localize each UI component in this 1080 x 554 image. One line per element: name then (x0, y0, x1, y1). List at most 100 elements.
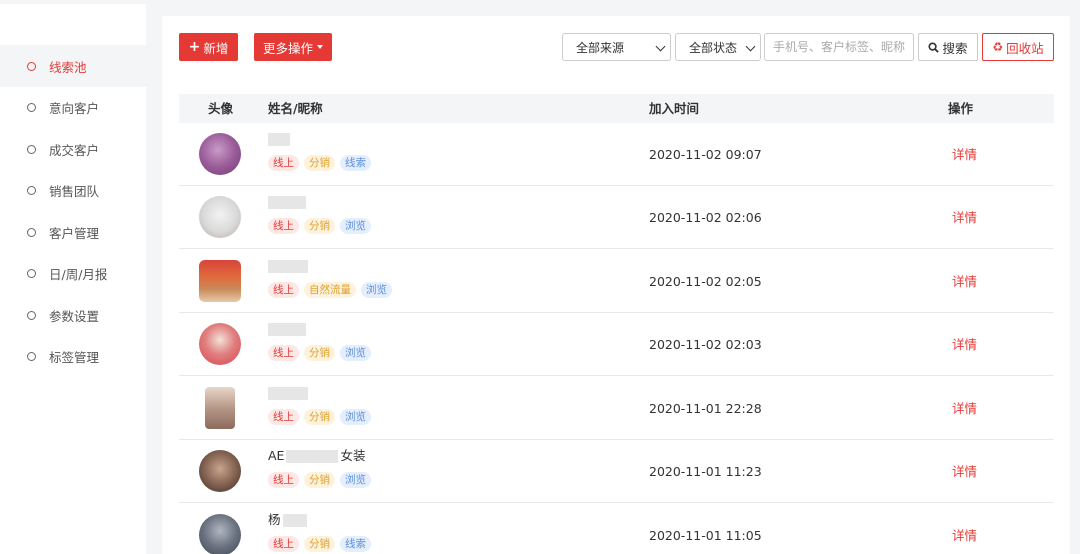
tag-online: 线上 (268, 409, 299, 425)
tag-online: 线上 (268, 472, 299, 488)
chevron-down-icon (655, 41, 666, 52)
search-button[interactable]: 搜索 (918, 33, 978, 61)
tag-distribution: 分销 (304, 409, 335, 425)
detail-link[interactable]: 详情 (952, 250, 977, 313)
circle-icon (27, 351, 36, 361)
circle-icon (27, 227, 36, 237)
join-time: 2020-11-01 22:28 (649, 401, 762, 416)
tag-lead: 线索 (340, 536, 371, 552)
tag-list: 线上 分销 线索 (268, 155, 371, 171)
sidebar-item-label: 标签管理 (49, 349, 100, 365)
tag-browse: 浏览 (361, 282, 392, 298)
status-select[interactable]: 全部状态 (675, 33, 761, 61)
name-redaction (282, 514, 307, 527)
table-header: 头像 姓名/昵称 加入时间 操作 (179, 94, 1054, 123)
tag-distribution: 分销 (304, 345, 335, 361)
sidebar-item-label: 客户管理 (49, 225, 100, 241)
add-button-label: 新增 (203, 40, 229, 56)
tag-distribution: 分销 (304, 536, 335, 552)
add-button[interactable]: + 新增 (179, 33, 238, 61)
detail-link[interactable]: 详情 (952, 440, 977, 503)
name-redaction (268, 323, 306, 336)
customer-name (268, 385, 308, 401)
sidebar-item-intent-customers[interactable]: 意向客户 (0, 86, 146, 128)
circle-icon (27, 268, 36, 278)
circle-icon (27, 61, 36, 71)
avatar (199, 133, 241, 175)
column-header-name: 姓名/昵称 (268, 101, 323, 116)
sidebar-item-reports[interactable]: 日/周/月报 (0, 252, 146, 294)
name-redaction (268, 133, 290, 146)
column-header-action: 操作 (948, 101, 974, 116)
avatar (199, 260, 241, 302)
name-redaction (268, 196, 306, 209)
customer-name: 杨 (268, 512, 307, 528)
sidebar-item-deal-customers[interactable]: 成交客户 (0, 128, 146, 170)
tag-natural-traffic: 自然流量 (304, 282, 356, 298)
recycle-bin-button[interactable]: ♻ 回收站 (982, 33, 1054, 61)
join-time: 2020-11-02 02:03 (649, 337, 762, 352)
detail-link[interactable]: 详情 (952, 504, 977, 554)
tag-online: 线上 (268, 218, 299, 234)
name-redaction (286, 450, 339, 463)
column-header-time: 加入时间 (649, 101, 700, 116)
tag-online: 线上 (268, 282, 299, 298)
table-row: 杨 线上 分销 线索 2020-11-01 11:05 详情 (179, 504, 1054, 554)
search-icon (928, 41, 940, 53)
chevron-down-icon (745, 41, 756, 52)
search-input[interactable] (764, 33, 914, 61)
sidebar-item-label: 线索池 (49, 59, 87, 75)
sidebar-item-clue-pool[interactable]: 线索池 (0, 45, 146, 87)
main-panel: + 新增 更多操作 全部来源 全部状态 搜索 ♻ 回收站 头像 姓名/昵称 加入… (162, 16, 1070, 554)
detail-link[interactable]: 详情 (952, 186, 977, 249)
name-redaction (268, 387, 308, 400)
customer-name (268, 321, 306, 337)
table-row: AE 女装 线上 分销 浏览 2020-11-01 11:23 详情 (179, 440, 1054, 503)
avatar (199, 196, 241, 238)
more-actions-button[interactable]: 更多操作 (254, 33, 332, 61)
customer-name (268, 131, 290, 147)
sidebar-item-sales-team[interactable]: 销售团队 (0, 169, 146, 211)
join-time: 2020-11-02 02:05 (649, 274, 762, 289)
avatar (199, 514, 241, 554)
circle-icon (27, 144, 36, 154)
sidebar-item-label: 意向客户 (49, 100, 100, 116)
plus-icon: + (188, 39, 201, 55)
customer-name (268, 194, 306, 210)
avatar (199, 450, 241, 492)
table-row: 线上 分销 浏览 2020-11-02 02:06 详情 (179, 186, 1054, 249)
tag-browse: 浏览 (340, 218, 371, 234)
detail-link[interactable]: 详情 (952, 313, 977, 376)
sidebar-item-settings[interactable]: 参数设置 (0, 294, 146, 336)
tag-lead: 线索 (340, 155, 371, 171)
table-row: 线上 自然流量 浏览 2020-11-02 02:05 详情 (179, 250, 1054, 313)
tag-online: 线上 (268, 155, 299, 171)
source-select[interactable]: 全部来源 (562, 33, 671, 61)
detail-link[interactable]: 详情 (952, 377, 977, 440)
name-redaction (268, 260, 308, 273)
join-time: 2020-11-02 09:07 (649, 147, 762, 162)
join-time: 2020-11-02 02:06 (649, 210, 762, 225)
recycle-icon: ♻ (992, 40, 1004, 54)
tag-list: 线上 分销 线索 (268, 536, 371, 552)
sidebar-item-customer-management[interactable]: 客户管理 (0, 211, 146, 253)
source-select-value: 全部来源 (576, 40, 625, 55)
tag-online: 线上 (268, 536, 299, 552)
customer-name: AE 女装 (268, 448, 366, 463)
circle-icon (27, 310, 36, 320)
tag-distribution: 分销 (304, 472, 335, 488)
join-time: 2020-11-01 11:23 (649, 464, 762, 479)
sidebar-item-label: 参数设置 (49, 308, 100, 324)
more-actions-label: 更多操作 (262, 40, 313, 56)
table-row: 线上 分销 浏览 2020-11-01 22:28 详情 (179, 377, 1054, 440)
table-row: 线上 分销 线索 2020-11-02 09:07 详情 (179, 123, 1054, 186)
detail-link[interactable]: 详情 (952, 123, 977, 186)
tag-browse: 浏览 (340, 472, 371, 488)
column-header-avatar: 头像 (208, 101, 234, 116)
tag-list: 线上 自然流量 浏览 (268, 282, 392, 298)
avatar (199, 323, 241, 365)
tag-browse: 浏览 (340, 345, 371, 361)
tag-list: 线上 分销 浏览 (268, 472, 371, 488)
sidebar-item-label: 销售团队 (49, 183, 100, 199)
sidebar-item-tag-management[interactable]: 标签管理 (0, 335, 146, 377)
